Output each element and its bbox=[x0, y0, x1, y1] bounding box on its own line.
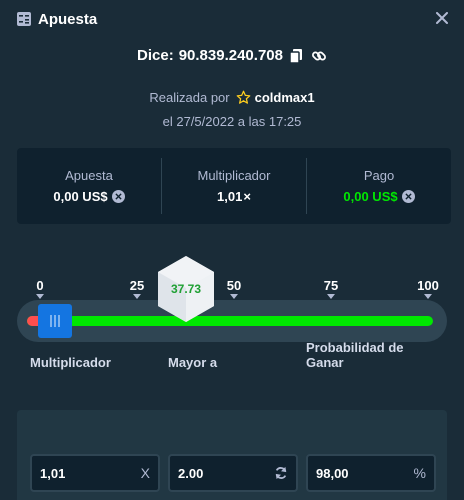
tick-mark bbox=[36, 294, 44, 299]
win-chance-label: Probabilidad de Ganar bbox=[306, 340, 404, 370]
payout-text: 0,00 US$ bbox=[343, 189, 398, 204]
payout-stat: Pago 0,00 US$ bbox=[306, 158, 451, 214]
tick-mark bbox=[424, 294, 432, 299]
dice-result-cube: 37.73 bbox=[156, 254, 216, 326]
tick-label-0: 0 bbox=[36, 278, 44, 293]
game-name: Dice: bbox=[137, 47, 174, 64]
tick-label-50: 50 bbox=[226, 278, 242, 293]
percent-suffix: % bbox=[413, 465, 426, 481]
slider-win-range bbox=[27, 316, 433, 326]
bet-summary-card: Apuesta 0,00 US$ Multiplicador 1,01 × Pa… bbox=[17, 148, 451, 224]
bet-id-row: Dice: 90.839.240.708 bbox=[0, 47, 464, 64]
username-link[interactable]: coldmax1 bbox=[255, 90, 315, 105]
multiplier-input[interactable]: 1,01 X bbox=[30, 454, 160, 492]
refresh-icon[interactable] bbox=[274, 466, 288, 480]
close-icon[interactable] bbox=[434, 10, 450, 26]
bet-id: 90.839.240.708 bbox=[178, 47, 283, 64]
multiplier-input-label: Multiplicador bbox=[30, 355, 111, 370]
tick-label-100: 100 bbox=[417, 278, 439, 293]
multiplier-text: 1,01 bbox=[217, 189, 243, 204]
bet-amount-stat: Apuesta 0,00 US$ bbox=[17, 158, 161, 214]
currency-coin-icon bbox=[401, 190, 415, 203]
modal-title: Apuesta bbox=[38, 10, 98, 28]
bet-amount-text: 0,00 US$ bbox=[53, 189, 108, 204]
win-chance-value: 98,00 bbox=[316, 465, 349, 481]
copy-icon[interactable] bbox=[289, 48, 305, 64]
payout-value: 0,00 US$ bbox=[343, 189, 415, 204]
link-icon[interactable] bbox=[311, 48, 327, 64]
bet-slip-icon bbox=[16, 11, 32, 27]
tick-label-75: 75 bbox=[323, 278, 339, 293]
over-input-value: 2.00 bbox=[178, 465, 204, 481]
modal-header: Apuesta bbox=[0, 0, 464, 38]
slider-handle[interactable] bbox=[38, 304, 72, 338]
win-chance-input[interactable]: 98,00 % bbox=[306, 454, 436, 492]
bet-params-card: Multiplicador 1,01 X Mayor a 2.00 Probab… bbox=[17, 340, 447, 500]
multiplier-stat: Multiplicador 1,01 × bbox=[161, 158, 306, 214]
over-input-label: Mayor a bbox=[168, 355, 218, 370]
tick-mark bbox=[327, 294, 335, 299]
multiplier-suffix-x: X bbox=[140, 465, 150, 481]
bet-amount-label: Apuesta bbox=[65, 168, 113, 183]
tick-label-25: 25 bbox=[129, 278, 145, 293]
multiplier-value: 1,01 × bbox=[217, 189, 251, 204]
star-icon bbox=[236, 90, 251, 105]
bet-date: el 27/5/2022 a las 17:25 bbox=[162, 114, 302, 129]
placed-by-row: Realizada por coldmax1 bbox=[0, 90, 464, 105]
placed-by-label: Realizada por bbox=[149, 90, 230, 105]
tick-mark bbox=[133, 294, 141, 299]
roll-result: 37.73 bbox=[170, 282, 202, 296]
multiplier-suffix: × bbox=[243, 189, 251, 204]
tick-mark bbox=[230, 294, 238, 299]
multiplier-label: Multiplicador bbox=[197, 168, 271, 183]
over-input[interactable]: 2.00 bbox=[168, 454, 298, 492]
multiplier-input-value: 1,01 bbox=[40, 465, 66, 481]
currency-coin-icon bbox=[111, 190, 125, 203]
payout-label: Pago bbox=[363, 168, 395, 183]
bet-amount-value: 0,00 US$ bbox=[53, 189, 125, 204]
